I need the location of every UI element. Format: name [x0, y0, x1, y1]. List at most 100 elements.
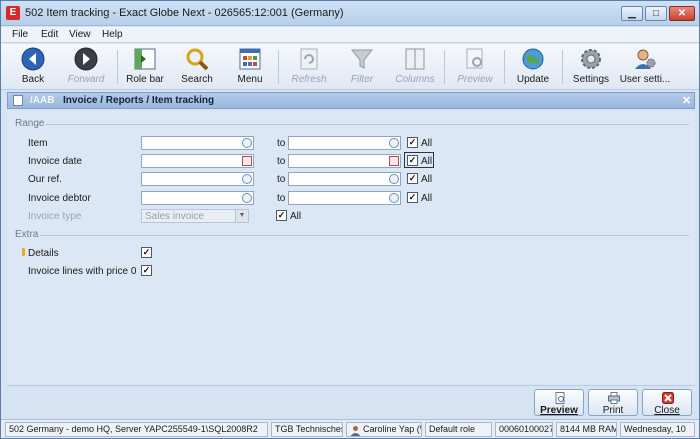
lookup-icon[interactable]: [242, 193, 252, 203]
content-panel: Range Item to ✓ All Invoice date to ✓ Al…: [7, 111, 695, 384]
close-icon: [662, 392, 674, 404]
details-checkbox[interactable]: ✓: [141, 247, 152, 258]
item-label: Item: [28, 138, 48, 149]
chevron-down-icon[interactable]: ▼: [235, 210, 248, 222]
back-button[interactable]: Back: [5, 47, 61, 88]
status-role: Default role: [425, 422, 492, 437]
to-label: to: [277, 193, 286, 204]
invoice-type-all-checkbox[interactable]: ✓: [276, 210, 287, 221]
calendar-icon[interactable]: [242, 156, 252, 166]
toolbar-separator: [444, 50, 445, 84]
lookup-icon[interactable]: [242, 138, 252, 148]
window-title: 502 Item tracking - Exact Globe Next - 0…: [25, 7, 344, 19]
hint-bulb-icon: [22, 248, 25, 256]
page-title: Invoice / Reports / Item tracking: [63, 95, 215, 106]
print-button-label: Print: [602, 405, 624, 416]
our-ref-to-input[interactable]: [288, 172, 401, 186]
status-id: 00060100027: [495, 422, 553, 437]
preview-toolbar-label: Preview: [457, 74, 493, 85]
item-all-checkbox[interactable]: ✓: [407, 137, 418, 148]
search-button[interactable]: Search: [169, 47, 225, 88]
app-window: E 502 Item tracking - Exact Globe Next -…: [0, 0, 700, 439]
lookup-icon[interactable]: [389, 174, 399, 184]
refresh-button[interactable]: Refresh: [281, 47, 337, 88]
invoice-type-label: Invoice type: [28, 211, 82, 222]
invoice-date-from-input[interactable]: [141, 154, 254, 168]
action-bar: Preview Print Close: [7, 385, 695, 417]
update-button[interactable]: Update: [505, 47, 561, 88]
range-section-title: Range: [15, 118, 45, 129]
invoice-debtor-from-input[interactable]: [141, 191, 254, 205]
app-logo-icon: E: [6, 6, 20, 20]
refresh-icon: [300, 48, 318, 70]
menu-edit[interactable]: Edit: [41, 29, 58, 40]
to-label: to: [277, 156, 286, 167]
toolbar: Back Forward Role bar Search Menu Refres…: [1, 44, 699, 90]
section-divider: [45, 124, 689, 125]
menu-button[interactable]: Menu: [222, 47, 278, 88]
extra-section-title: Extra: [15, 229, 39, 240]
status-ram: 8144 MB RAM: [556, 422, 617, 437]
filter-funnel-icon: [350, 49, 374, 69]
our-ref-from-input[interactable]: [141, 172, 254, 186]
item-to-input[interactable]: [288, 136, 401, 150]
menu-view[interactable]: View: [69, 29, 91, 40]
minimize-button[interactable]: ▁: [621, 6, 643, 21]
invoice-debtor-all-label: All: [421, 193, 433, 204]
menu-bar: File Edit View Help: [1, 27, 699, 43]
invoice-date-label: Invoice date: [28, 156, 82, 167]
lookup-icon[interactable]: [389, 193, 399, 203]
invoice-date-all-label: All: [421, 156, 433, 167]
our-ref-all-checkbox[interactable]: ✓: [407, 173, 418, 184]
our-ref-all-label: All: [421, 174, 433, 185]
columns-icon: [405, 48, 425, 70]
user-avatar-icon: [350, 426, 361, 436]
lookup-icon[interactable]: [389, 138, 399, 148]
user-settings-button[interactable]: User setti...: [617, 47, 673, 88]
preview-document-icon: [466, 48, 483, 69]
filter-label: Filter: [350, 74, 374, 85]
invoice-debtor-all-checkbox[interactable]: ✓: [407, 192, 418, 203]
preview-toolbar-button[interactable]: Preview: [447, 47, 503, 88]
back-arrow-icon: [21, 47, 45, 71]
role-bar-icon: [134, 48, 156, 70]
forward-button[interactable]: Forward: [58, 47, 114, 88]
status-company: TGB Technisches: [271, 422, 343, 437]
close-window-button[interactable]: ✕: [669, 6, 695, 21]
print-button[interactable]: Print: [588, 389, 638, 416]
invoice-type-select[interactable]: Sales invoice ▼: [141, 209, 249, 223]
menu-help[interactable]: Help: [102, 29, 123, 40]
settings-button[interactable]: Settings: [563, 47, 619, 88]
invoice-date-all-checkbox[interactable]: ✓: [407, 155, 418, 166]
to-label: to: [277, 138, 286, 149]
invoice-type-all-label: All: [290, 211, 302, 222]
preview-button-label: Preview: [540, 405, 578, 416]
lookup-icon[interactable]: [242, 174, 252, 184]
preview-button[interactable]: Preview: [534, 389, 584, 416]
breadcrumb-code[interactable]: /AAB: [30, 95, 54, 106]
invoice-lines-checkbox[interactable]: ✓: [141, 265, 152, 276]
role-bar-button[interactable]: Role bar: [117, 47, 173, 88]
title-bar: E 502 Item tracking - Exact Globe Next -…: [1, 1, 699, 26]
close-tab-button[interactable]: ✕: [682, 94, 691, 107]
calendar-icon[interactable]: [389, 156, 399, 166]
status-user-text: Caroline Yap (\: [363, 424, 422, 434]
status-server: 502 Germany - demo HQ, Server YAPC255549…: [5, 422, 268, 437]
invoice-date-to-input[interactable]: [288, 154, 401, 168]
invoice-type-value: Sales invoice: [145, 211, 204, 222]
breadcrumb: /AAB Invoice / Reports / Item tracking ✕: [7, 92, 695, 109]
details-label: Details: [28, 248, 59, 259]
item-from-input[interactable]: [141, 136, 254, 150]
close-button[interactable]: Close: [642, 389, 692, 416]
invoice-lines-label: Invoice lines with price 0: [28, 266, 137, 277]
menu-file[interactable]: File: [12, 29, 28, 40]
close-button-label: Close: [654, 405, 680, 416]
user-settings-label: User setti...: [619, 74, 671, 85]
update-globe-icon: [522, 48, 544, 70]
invoice-debtor-to-input[interactable]: [288, 191, 401, 205]
filter-button[interactable]: Filter: [334, 47, 390, 88]
refresh-label: Refresh: [291, 74, 327, 85]
preview-icon: [555, 392, 565, 404]
columns-button[interactable]: Columns: [387, 47, 443, 88]
maximize-button[interactable]: □: [645, 6, 667, 21]
